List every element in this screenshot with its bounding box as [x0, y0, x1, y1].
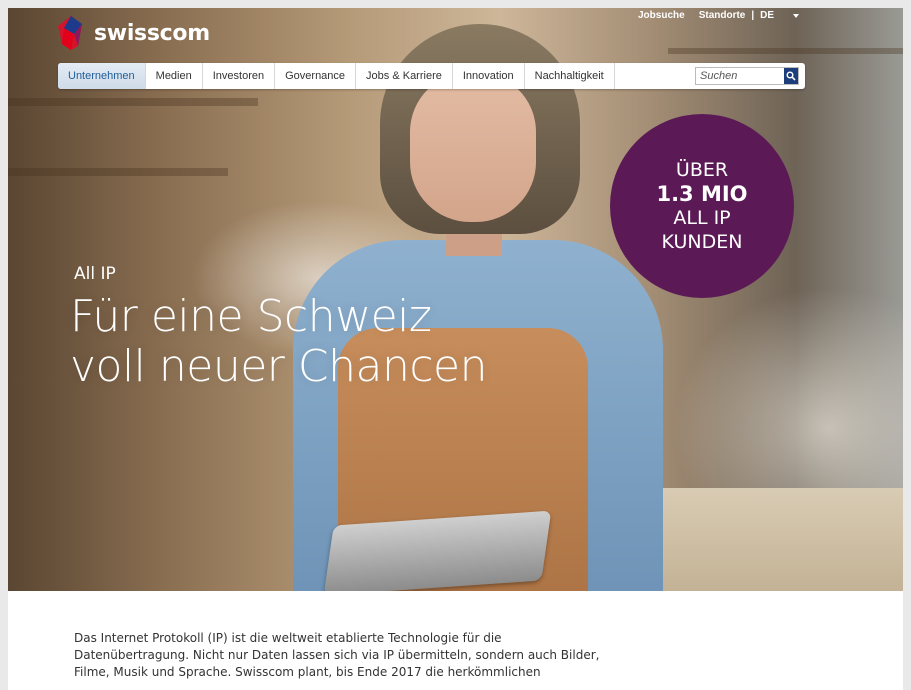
page: swisscom Jobsuche Standorte | DE Unterne…: [8, 8, 903, 690]
intro-paragraph: Das Internet Protokoll (IP) ist die welt…: [74, 630, 634, 681]
nav-item-nachhaltigkeit[interactable]: Nachhaltigkeit: [525, 63, 615, 89]
headline-line-1: Für eine Schweiz: [70, 291, 432, 342]
search-input[interactable]: [696, 69, 784, 83]
badge-line-4: KUNDEN: [661, 231, 743, 253]
search-button[interactable]: [784, 68, 798, 84]
nav-item-governance[interactable]: Governance: [275, 63, 357, 89]
intro-line-1: Das Internet Protokoll (IP) ist die welt…: [74, 631, 502, 645]
utility-nav: Jobsuche Standorte | DE: [638, 8, 813, 22]
hero-headline: Für eine Schweiz voll neuer Chancen: [70, 292, 590, 392]
intro-line-2: Datenübertragung. Nicht nur Daten lassen…: [74, 648, 600, 662]
search-box: [695, 67, 799, 85]
nav-item-investoren[interactable]: Investoren: [203, 63, 276, 89]
jobsuche-link[interactable]: Jobsuche: [638, 10, 685, 21]
customer-count-badge[interactable]: ÜBER 1.3 MIO ALL IP KUNDEN: [610, 114, 794, 298]
chevron-down-icon: [793, 13, 800, 18]
swisscom-logo[interactable]: swisscom: [58, 14, 210, 52]
standorte-link[interactable]: Standorte: [699, 10, 746, 21]
language-selector[interactable]: DE: [760, 9, 800, 21]
logo-text: swisscom: [94, 20, 210, 46]
intro-line-3: Filme, Musik und Sprache. Swisscom plant…: [74, 665, 541, 679]
main-nav: Unternehmen Medien Investoren Governance…: [58, 63, 805, 89]
swisscom-logo-icon: [58, 16, 84, 50]
search-icon: [786, 71, 796, 81]
language-label: DE: [760, 9, 775, 21]
headline-line-2: voll neuer Chancen: [70, 341, 488, 392]
shelf-decoration: [8, 98, 258, 106]
hero-kicker: All IP: [74, 264, 116, 284]
badge-line-2: 1.3 MIO: [656, 182, 748, 206]
nav-item-unternehmen[interactable]: Unternehmen: [58, 63, 146, 89]
nav-item-jobs-karriere[interactable]: Jobs & Karriere: [356, 63, 453, 89]
shelf-decoration: [8, 168, 228, 176]
nav-item-medien[interactable]: Medien: [146, 63, 203, 89]
utility-separator: |: [751, 9, 755, 21]
badge-line-3: ALL IP: [673, 207, 731, 229]
nav-item-innovation[interactable]: Innovation: [453, 63, 525, 89]
shelf-decoration: [668, 48, 903, 54]
person-face: [410, 72, 536, 222]
badge-line-1: ÜBER: [675, 159, 729, 181]
